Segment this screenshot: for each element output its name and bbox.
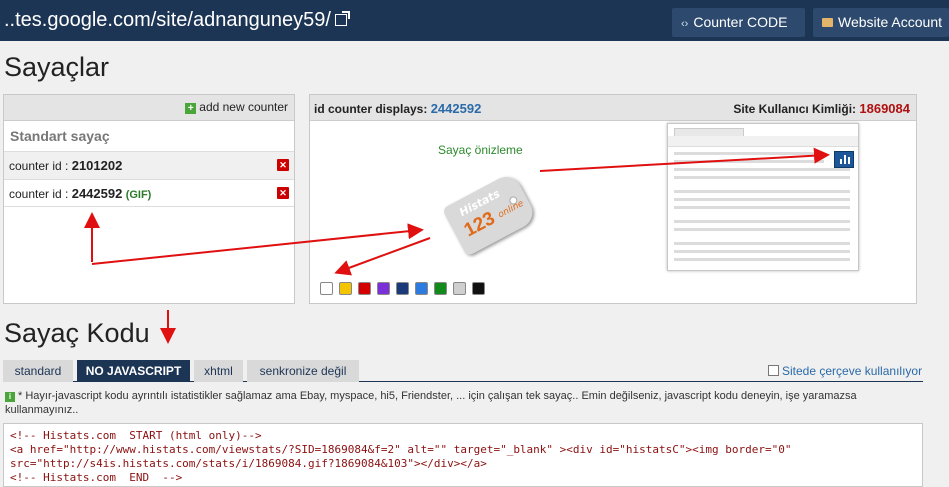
- counter-id-value: 2442592: [71, 186, 123, 201]
- preview-label: Sayaç önizleme: [438, 143, 523, 157]
- content-line: [674, 250, 850, 253]
- code-textarea[interactable]: <!-- Histats.com START (html only)--> <a…: [3, 423, 923, 487]
- counter-code-button[interactable]: ‹› Counter CODE: [672, 8, 805, 37]
- user-id-label: Site Kullanıcı Kimliği:: [733, 102, 857, 116]
- website-account-label: Website Account: [838, 14, 943, 30]
- color-swatch[interactable]: [320, 282, 333, 295]
- counter-type-tag: (GIF): [125, 189, 152, 201]
- counter-code-heading: Sayaç Kodu: [4, 318, 150, 348]
- content-line: [674, 228, 850, 231]
- counter-row[interactable]: counter id : 2101202 ✕: [4, 151, 294, 179]
- user-id-value: 1869084: [859, 101, 910, 116]
- add-new-counter-label: add new counter: [199, 100, 288, 114]
- histats-badge-preview[interactable]: Histats 123 online: [442, 171, 538, 257]
- tab-no-javascript[interactable]: NO JAVASCRIPT: [77, 360, 190, 382]
- content-line: [674, 220, 850, 223]
- displays-label: id counter displays:: [314, 102, 428, 116]
- folder-icon: [822, 18, 833, 27]
- browser-preview-illustration: [667, 123, 859, 271]
- counter-preview-panel: id counter displays: 2442592 Site Kullan…: [309, 94, 917, 304]
- content-line: [674, 242, 850, 245]
- browser-tab-shape: [674, 128, 744, 136]
- delete-icon[interactable]: ✕: [277, 187, 289, 199]
- content-line: [674, 160, 824, 163]
- content-line: [674, 152, 824, 155]
- plus-icon: +: [185, 103, 197, 114]
- color-swatch[interactable]: [472, 282, 485, 295]
- color-swatch[interactable]: [396, 282, 409, 295]
- chart-icon: [834, 151, 854, 168]
- standard-counter-title: Standart sayaç: [10, 128, 110, 144]
- frame-option[interactable]: Sitede çerçeve kullanılıyor: [768, 364, 922, 378]
- color-swatch[interactable]: [415, 282, 428, 295]
- top-bar: ..tes.google.com/site/adnanguney59/ ‹› Co…: [0, 0, 949, 41]
- site-url-title[interactable]: ..tes.google.com/site/adnanguney59/: [4, 9, 350, 32]
- frame-option-label: Sitede çerçeve kullanılıyor: [782, 364, 923, 378]
- color-swatch[interactable]: [453, 282, 466, 295]
- external-link-icon[interactable]: [334, 11, 350, 26]
- add-new-counter-button[interactable]: + add new counter: [185, 100, 288, 114]
- counter-id-value: 2101202: [71, 158, 123, 173]
- color-swatch[interactable]: [434, 282, 447, 295]
- content-line: [674, 206, 850, 209]
- content-line: [674, 190, 850, 193]
- info-icon: i: [5, 392, 15, 402]
- content-line: [674, 198, 850, 201]
- counter-id-label: counter id :: [9, 159, 69, 173]
- website-account-button[interactable]: Website Account: [813, 8, 949, 37]
- color-swatch[interactable]: [339, 282, 352, 295]
- site-url-text: ..tes.google.com/site/adnanguney59/: [4, 9, 331, 31]
- code-icon: ‹›: [681, 18, 689, 30]
- counter-list-panel: + add new counter Standart sayaç counter …: [3, 94, 295, 304]
- content-line: [674, 168, 850, 171]
- info-note-text: * Hayır-javascript kodu ayrıntılı istati…: [5, 390, 857, 416]
- user-id-info: Site Kullanıcı Kimliği: 1869084: [733, 101, 910, 116]
- color-swatch[interactable]: [358, 282, 371, 295]
- counter-code-label: Counter CODE: [693, 14, 788, 30]
- counter-row[interactable]: counter id : 2442592 (GIF) ✕: [4, 179, 294, 207]
- browser-toolbar-shape: [668, 136, 858, 147]
- displays-info: id counter displays: 2442592: [314, 101, 481, 116]
- color-swatch[interactable]: [377, 282, 390, 295]
- tab-xhtml[interactable]: xhtml: [194, 360, 243, 382]
- counter-list-header: + add new counter: [4, 95, 294, 121]
- counter-id-label: counter id :: [9, 187, 69, 201]
- preview-header: id counter displays: 2442592 Site Kullan…: [310, 95, 916, 121]
- info-note: i * Hayır-javascript kodu ayrıntılı istat…: [5, 389, 905, 417]
- frame-checkbox[interactable]: [768, 365, 779, 376]
- content-line: [674, 176, 850, 179]
- delete-icon[interactable]: ✕: [277, 159, 289, 171]
- tab-async[interactable]: senkronize değil: [247, 360, 359, 382]
- counters-heading: Sayaçlar: [4, 52, 110, 82]
- displays-id: 2442592: [430, 101, 482, 116]
- tab-standard[interactable]: standard: [3, 360, 73, 382]
- content-line: [674, 258, 850, 261]
